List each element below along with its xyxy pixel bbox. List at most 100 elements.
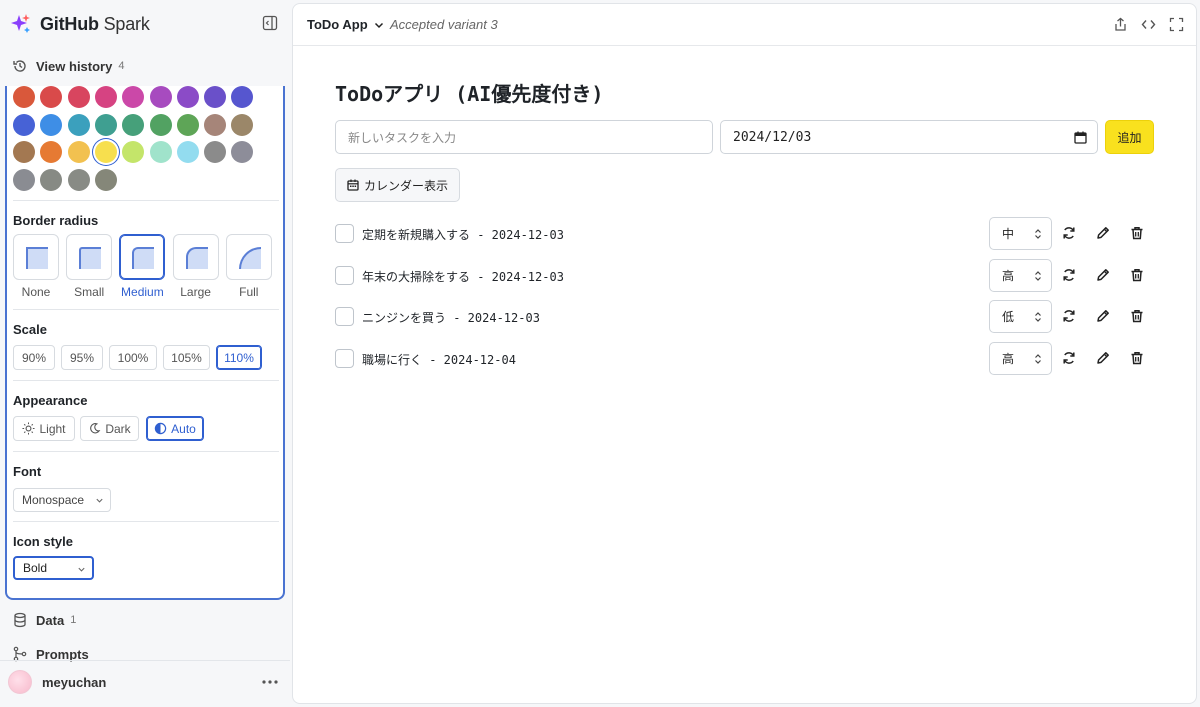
user-profile[interactable]: meyuchan (8, 670, 106, 694)
sidebar-collapse-icon[interactable] (262, 15, 278, 31)
color-swatch[interactable] (13, 168, 35, 191)
task-checkbox[interactable] (335, 224, 354, 243)
refresh-icon[interactable] (1062, 226, 1076, 240)
color-swatch[interactable] (13, 113, 35, 136)
color-swatch[interactable] (231, 86, 254, 108)
edit-pencil-icon[interactable] (1096, 268, 1110, 282)
appearance-light-button[interactable]: Light (13, 416, 75, 441)
divider (13, 309, 279, 310)
divider (13, 380, 279, 381)
radius-preview (119, 234, 166, 280)
color-swatch[interactable] (40, 113, 63, 136)
calendar-icon (347, 179, 359, 191)
color-swatch[interactable] (13, 141, 35, 163)
scale-option[interactable]: 100% (109, 345, 157, 370)
color-swatch[interactable] (204, 141, 227, 163)
view-history-link[interactable]: View history 4 (12, 58, 124, 74)
priority-value: 高 (1002, 351, 1015, 366)
radius-preview-shape (79, 247, 102, 269)
more-options-icon[interactable] (260, 672, 280, 692)
refresh-icon[interactable] (1062, 268, 1076, 282)
calendar-view-button[interactable]: カレンダー表示 (335, 168, 460, 202)
share-icon[interactable] (1113, 17, 1128, 32)
page-title: ToDoアプリ (AI優先度付き) (335, 82, 604, 106)
brand: GitHub Spark (10, 10, 150, 38)
priority-select[interactable]: 高 (989, 258, 1052, 292)
radius-preview-shape (185, 247, 208, 269)
color-swatch[interactable] (122, 141, 145, 163)
border-radius-large-option[interactable]: Large (172, 234, 219, 299)
refresh-icon[interactable] (1062, 351, 1076, 365)
border-radius-medium-option[interactable]: Medium (119, 234, 166, 299)
task-checkbox[interactable] (335, 348, 354, 368)
task-input[interactable]: 新しいタスクを入力 (335, 120, 713, 154)
edit-pencil-icon[interactable] (1096, 309, 1110, 323)
color-swatch[interactable] (149, 141, 172, 163)
scale-option[interactable]: 105% (163, 345, 210, 370)
color-swatch[interactable] (40, 86, 63, 108)
color-swatch[interactable] (94, 168, 117, 191)
edit-pencil-icon[interactable] (1096, 226, 1110, 240)
appearance-dark-button[interactable]: Dark (80, 416, 139, 441)
code-icon[interactable] (1141, 17, 1156, 32)
chevron-down-icon (96, 498, 103, 503)
color-swatch[interactable] (94, 141, 117, 163)
color-swatch[interactable] (231, 113, 254, 136)
calendar-view-label: カレンダー表示 (363, 178, 448, 193)
data-label: Data (36, 612, 65, 628)
preview-pane: ToDo App Accepted variant 3 ToDoアプリ (AI優… (292, 3, 1197, 704)
color-swatch[interactable] (67, 113, 90, 136)
color-swatch[interactable] (67, 168, 90, 191)
app-switcher[interactable]: ToDo App (307, 17, 384, 32)
color-swatch[interactable] (40, 141, 63, 163)
border-radius-full-option[interactable]: Full (225, 234, 272, 299)
add-task-button[interactable]: 追加 (1105, 120, 1154, 154)
color-swatch[interactable] (122, 113, 145, 136)
priority-select[interactable]: 高 (989, 341, 1052, 375)
priority-select[interactable]: 中 (989, 217, 1052, 250)
edit-pencil-icon[interactable] (1096, 351, 1110, 365)
icon-style-select-value: Bold (23, 561, 48, 575)
trash-icon[interactable] (1130, 309, 1144, 323)
color-swatch[interactable] (176, 141, 199, 163)
color-swatch[interactable] (204, 86, 227, 108)
up-down-icon (1035, 270, 1041, 281)
scale-title: Scale (13, 322, 47, 337)
color-swatch[interactable] (13, 86, 35, 108)
task-text: ニンジンを買う - 2024-12-03 (362, 311, 540, 325)
color-swatch[interactable] (176, 86, 199, 108)
priority-select[interactable]: 低 (989, 300, 1052, 333)
trash-icon[interactable] (1130, 226, 1144, 240)
refresh-icon[interactable] (1062, 309, 1076, 323)
task-checkbox[interactable] (335, 265, 354, 285)
up-down-icon (1035, 312, 1041, 322)
scale-option[interactable]: 90% (13, 345, 55, 370)
icon-style-select[interactable]: Bold (13, 556, 94, 580)
color-swatch[interactable] (94, 86, 117, 108)
data-link[interactable]: Data 1 (12, 612, 76, 628)
appearance-auto-button[interactable]: Auto (146, 416, 204, 441)
border-radius-none-option[interactable]: None (13, 234, 59, 299)
scale-option[interactable]: 110% (216, 345, 262, 370)
date-input[interactable]: 2024/12/03 (720, 120, 1098, 154)
font-select[interactable]: Monospace (13, 488, 111, 512)
scale-option[interactable]: 95% (61, 345, 103, 370)
color-swatch[interactable] (122, 86, 145, 108)
border-radius-small-option[interactable]: Small (66, 234, 113, 299)
fullscreen-icon[interactable] (1169, 17, 1184, 32)
color-swatch[interactable] (149, 113, 172, 136)
color-swatch[interactable] (67, 86, 90, 108)
trash-icon[interactable] (1130, 268, 1144, 282)
calendar-icon[interactable] (1074, 131, 1087, 144)
color-swatch[interactable] (176, 113, 199, 136)
appearance-title: Appearance (13, 393, 88, 408)
priority-value: 中 (1002, 227, 1015, 241)
color-swatch[interactable] (149, 86, 172, 108)
color-swatch[interactable] (40, 168, 63, 191)
task-checkbox[interactable] (335, 307, 354, 326)
color-swatch[interactable] (67, 141, 90, 163)
color-swatch[interactable] (204, 113, 227, 136)
color-swatch[interactable] (231, 141, 254, 163)
trash-icon[interactable] (1130, 351, 1144, 365)
color-swatch[interactable] (94, 113, 117, 136)
